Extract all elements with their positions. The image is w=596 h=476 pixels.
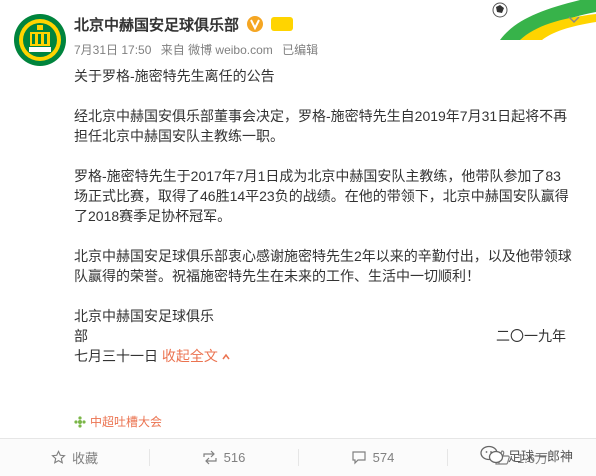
post-paragraph-2: 罗格-施密特先生于2017年7月1日成为北京中赫国安队主教练，他带队参加了83场… xyxy=(74,168,569,224)
post-title: 关于罗格-施密特先生离任的公告 xyxy=(74,68,275,84)
repost-icon xyxy=(203,450,217,465)
topic-tag[interactable]: 中超吐槽大会 xyxy=(74,413,162,430)
comment-count[interactable]: 574 xyxy=(373,450,395,465)
topic-icon xyxy=(74,415,86,428)
watermark: 足球一郎神 xyxy=(480,440,596,470)
account-name[interactable]: 北京中赫国安足球俱乐部 xyxy=(74,14,294,35)
favorite-button[interactable]: 收藏 xyxy=(0,439,149,476)
edited-label[interactable]: 已编辑 xyxy=(282,43,318,57)
collapse-chevron-icon[interactable] xyxy=(221,352,231,362)
collapse-button[interactable]: 收起全文 xyxy=(162,348,231,364)
post-meta: 7月31日 17:50 来自 微博 weibo.com 已编辑 xyxy=(74,41,324,58)
comment-button[interactable]: 574 xyxy=(298,439,447,476)
topic-tag-label[interactable]: 中超吐槽大会 xyxy=(90,413,162,430)
verified-icon xyxy=(247,16,264,32)
signature-date-line: 七月三十一日 收起全文 xyxy=(74,346,574,366)
signature-date: 七月三十一日 xyxy=(74,348,158,364)
comment-icon xyxy=(352,451,366,465)
signature-line-1: 北京中赫国安足球俱乐 xyxy=(74,308,214,324)
repost-count[interactable]: 516 xyxy=(224,450,246,465)
repost-button[interactable]: 516 xyxy=(149,439,298,476)
post-paragraph-3: 北京中赫国安足球俱乐部衷心感谢施密特先生2年以来的辛勤付出，以及他带领球队赢得的… xyxy=(74,248,572,284)
account-name-text[interactable]: 北京中赫国安足球俱乐部 xyxy=(74,17,239,34)
favorite-label[interactable]: 收藏 xyxy=(72,448,98,467)
post-paragraph-1: 经北京中赫国安俱乐部董事会决定，罗格-施密特先生自2019年7月31日起将不再担… xyxy=(74,108,568,144)
avatar[interactable] xyxy=(14,14,66,66)
watermark-text: 足球一郎神 xyxy=(508,448,574,464)
collapse-label[interactable]: 收起全文 xyxy=(162,348,218,364)
post-date[interactable]: 7月31日 17:50 xyxy=(74,43,151,57)
signature-year: 二〇一九年 xyxy=(496,328,566,344)
star-icon xyxy=(51,450,66,464)
wechat-icon xyxy=(480,445,504,464)
post-source[interactable]: 来自 微博 weibo.com xyxy=(161,43,273,57)
chevron-down-icon[interactable] xyxy=(568,16,580,24)
signature-line-2: 部 xyxy=(74,328,88,344)
signature-row: 部 二〇一九年 xyxy=(74,326,566,346)
member-rank-icon[interactable] xyxy=(271,17,294,31)
post-body: 关于罗格-施密特先生离任的公告 经北京中赫国安俱乐部董事会决定，罗格-施密特先生… xyxy=(74,66,574,366)
